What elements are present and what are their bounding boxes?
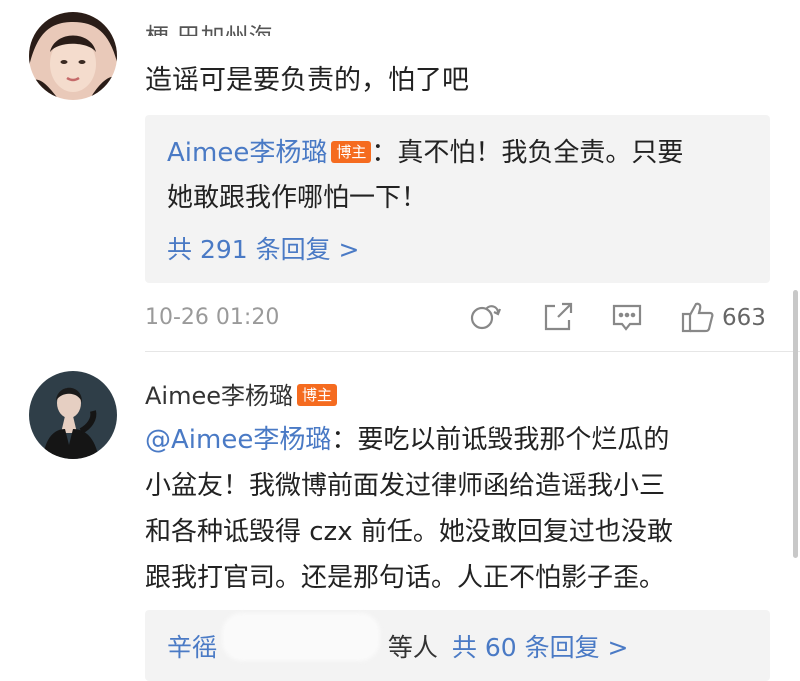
share-icon[interactable] [541,300,575,338]
comment-1-timestamp: 10-26 01:20 [145,305,280,330]
thumbs-up-icon[interactable] [680,300,716,338]
mention-link[interactable]: @Aimee李杨璐 [145,425,331,455]
comment-divider [145,351,800,352]
redaction-blur [222,613,380,661]
comment-2-line-4: 跟我打官司。还是那句话。人正不怕影子歪。 [145,563,666,593]
blogger-badge: 博主 [297,384,338,406]
comment-1-text: 造谣可是要负责的，怕了吧 [145,65,469,96]
avatar-commenter-2[interactable] [29,371,117,459]
reply-author-link[interactable]: Aimee李杨璐 [167,138,327,168]
comment-2-line-3: 和各种诋毁得 czx 前任。她没敢回复过也没敢 [145,517,673,547]
commenter-1-username[interactable]: 梗 巴加州海 [145,12,273,36]
reply-1-line-1: Aimee李杨璐 博主 ：真不怕！我负全责。只要 [167,138,684,168]
scrollbar[interactable] [793,290,798,558]
commenter-2-username[interactable]: Aimee李杨璐 博主 [145,376,338,411]
view-replies-link-2[interactable]: 共 60 条回复 > [452,633,629,662]
repost-icon[interactable] [468,300,502,338]
blogger-badge: 博主 [331,141,372,163]
view-replies-link-1[interactable]: 共 291 条回复 > [167,230,360,266]
comment-icon[interactable] [610,300,644,338]
comment-2-line-2: 小盆友！我微博前面发过律师函给造谣我小三 [145,471,666,501]
like-count: 663 [722,305,766,331]
reply-2-author[interactable]: 辛徭 [167,633,217,662]
reply-1-line-2: 她敢跟我作哪怕一下！ [167,183,428,213]
avatar-commenter-1[interactable] [29,12,117,100]
reply-preview-1[interactable]: Aimee李杨璐 博主 ：真不怕！我负全责。只要 她敢跟我作哪怕一下！ 共 291 … [145,115,770,283]
comment-2-line-1: @Aimee李杨璐：要吃以前诋毁我那个烂瓜的 [145,425,670,455]
